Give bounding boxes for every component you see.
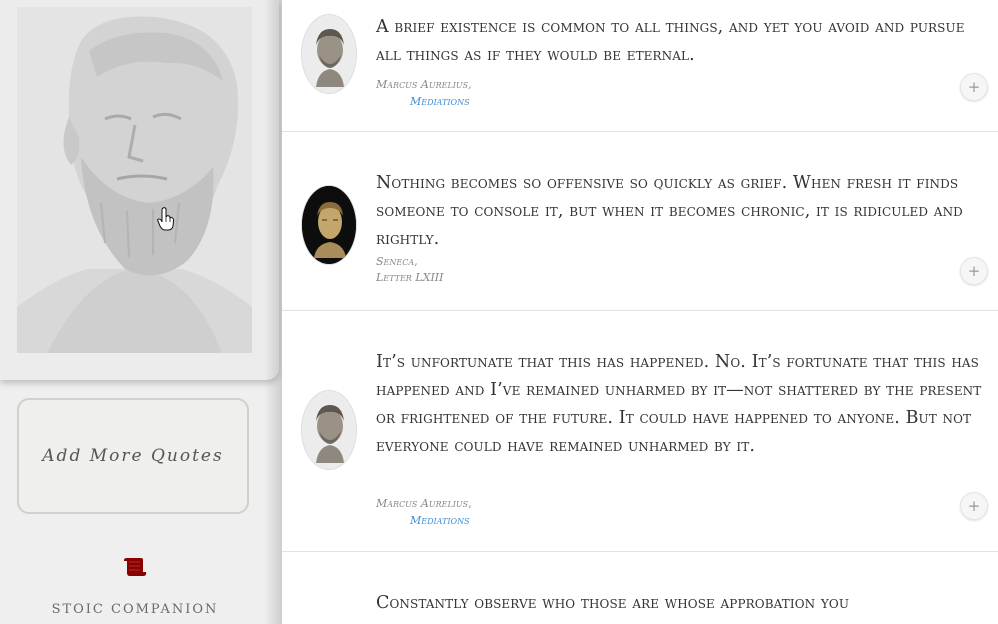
- quote-card: It’s unfortunate that this has happened.…: [282, 311, 998, 552]
- seneca-bust: [302, 186, 356, 264]
- quote-source: Letter LXIII: [376, 271, 444, 284]
- add-quote-button[interactable]: +: [960, 73, 988, 101]
- author-avatar: [301, 14, 357, 94]
- quote-card: Nothing becomes so offensive so quickly …: [282, 132, 998, 311]
- add-quote-button[interactable]: +: [960, 257, 988, 285]
- author-avatar: [301, 390, 357, 470]
- quote-author: Seneca,: [376, 255, 418, 268]
- quote-source-link[interactable]: Mediations: [410, 95, 470, 108]
- quote-feed: A brief existence is common to all thing…: [282, 0, 998, 624]
- quote-card: Constantly observe who those are whose a…: [282, 552, 998, 624]
- quote-text: Constantly observe who those are whose a…: [376, 593, 850, 613]
- app-window: Add More Quotes STOIC COMPANION A brief …: [0, 0, 998, 624]
- marcus-aurelius-bust: [302, 391, 356, 469]
- sidebar: Add More Quotes STOIC COMPANION: [0, 0, 282, 624]
- hand-pointer-icon: [157, 207, 175, 231]
- stoic-bust-portrait: [17, 7, 252, 353]
- quote-text: A brief existence is common to all thing…: [376, 17, 965, 65]
- author-avatar: [301, 185, 357, 265]
- add-quote-button[interactable]: +: [960, 492, 988, 520]
- philosopher-portrait[interactable]: [17, 7, 252, 353]
- quote-author: Marcus Aurelius,: [376, 78, 472, 91]
- quote-source-link[interactable]: Mediations: [410, 514, 470, 527]
- marcus-aurelius-bust: [302, 15, 356, 93]
- quote-text: Nothing becomes so offensive so quickly …: [376, 173, 963, 249]
- brand-name: STOIC COMPANION: [51, 602, 219, 617]
- portrait-panel: [0, 0, 279, 380]
- quote-author: Marcus Aurelius,: [376, 497, 472, 510]
- quote-text: It’s unfortunate that this has happened.…: [376, 352, 982, 456]
- quote-card: A brief existence is common to all thing…: [282, 0, 998, 132]
- add-more-quotes-label: Add More Quotes: [42, 446, 224, 466]
- add-more-quotes-button[interactable]: Add More Quotes: [17, 398, 249, 514]
- scroll-icon: [124, 558, 147, 576]
